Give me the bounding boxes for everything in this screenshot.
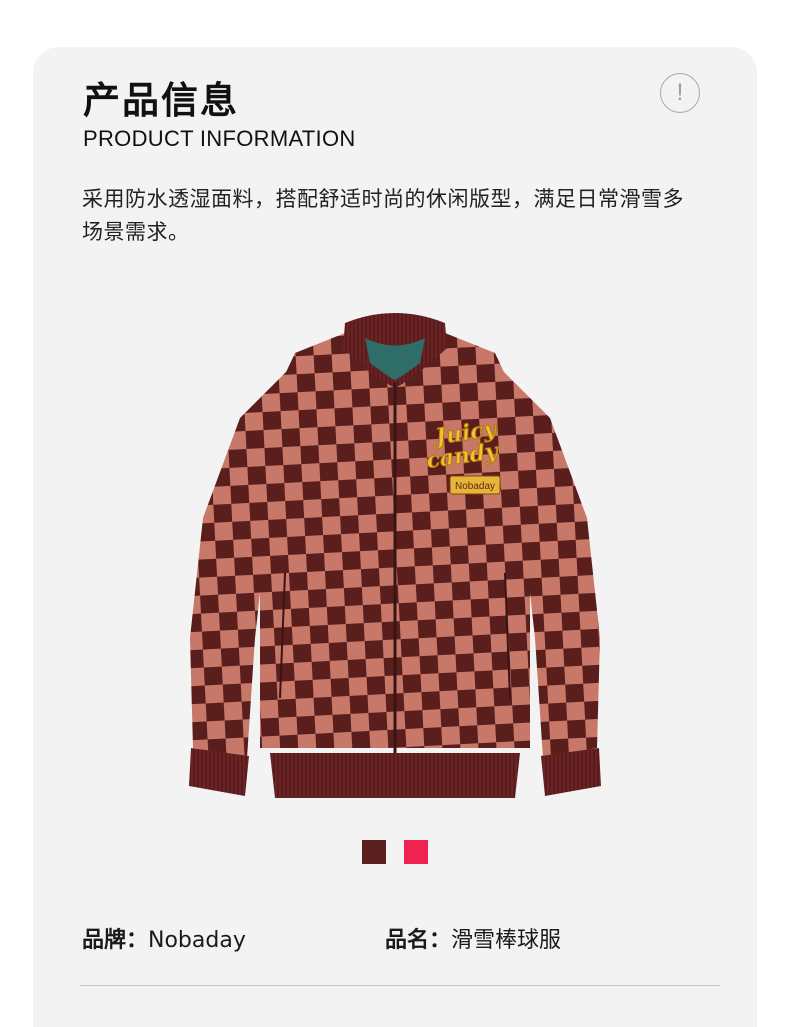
brand-value: Nobaday <box>148 928 246 953</box>
swatch-dark-brown[interactable] <box>362 840 386 864</box>
product-description: 采用防水透湿面料，搭配舒适时尚的休闲版型，满足日常滑雪多场景需求。 <box>82 187 684 244</box>
page-subtitle: PRODUCT INFORMATION <box>83 126 356 151</box>
info-button[interactable]: ! <box>660 73 700 113</box>
divider <box>80 985 720 986</box>
swatch-pink-red[interactable] <box>404 840 428 864</box>
product-image: Juicy candy Nobaday <box>189 313 601 798</box>
product-name-label: 品名： <box>385 928 452 953</box>
exclamation-circle-icon: ! <box>676 79 684 106</box>
brand-label-patch: Nobaday <box>449 475 501 495</box>
spec-brand: 品牌：Nobaday <box>82 922 246 954</box>
color-swatches <box>362 840 428 864</box>
juicy-candy-patch: Juicy candy <box>424 415 502 474</box>
brand-label: 品牌： <box>82 928 149 953</box>
product-name-value: 滑雪棒球服 <box>451 928 562 953</box>
brand-label-text: Nobaday <box>455 481 495 492</box>
page-title: 产品信息 <box>83 79 239 122</box>
spec-product-name: 品名：滑雪棒球服 <box>385 922 561 954</box>
